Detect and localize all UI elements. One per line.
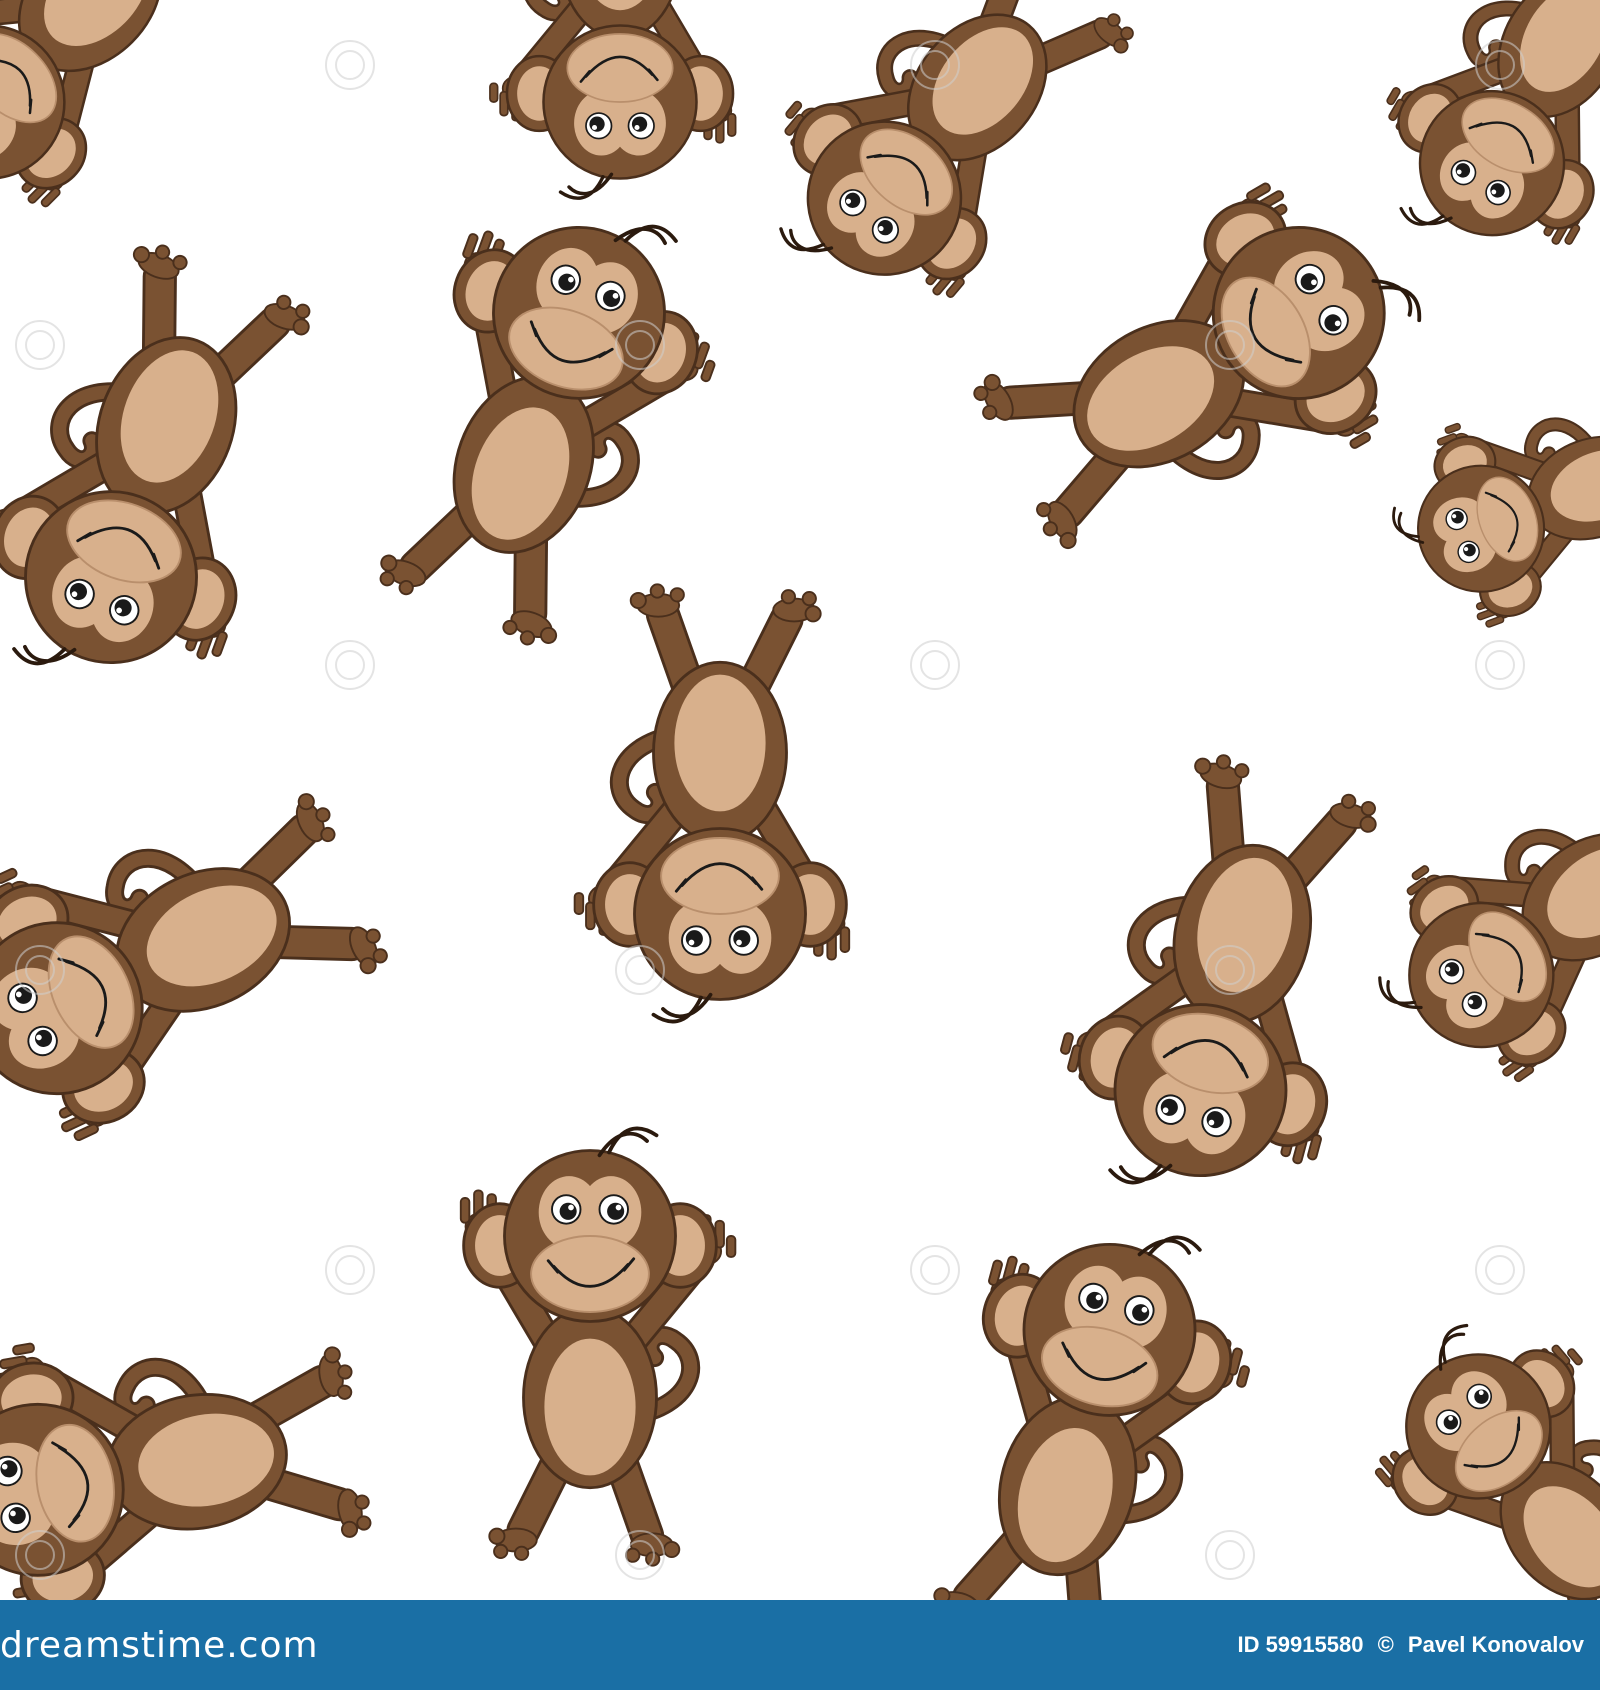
watermark-footer: dreamstime.com ID 59915580 © Pavel Konov…	[0, 1600, 1600, 1690]
monkey-figure	[1370, 345, 1600, 645]
monkey-figure	[899, 1193, 1277, 1600]
pattern-canvas	[0, 0, 1600, 1600]
author-name: Pavel Konovalov	[1407, 1632, 1584, 1657]
monkey-figure	[1337, 716, 1600, 1117]
logo-text: dreamstime.com	[0, 1624, 319, 1666]
image-id: ID 59915580	[1237, 1632, 1364, 1657]
dreamstime-logo: dreamstime.com	[0, 1625, 319, 1666]
monkey-pattern	[0, 0, 1600, 1600]
monkey-figure	[949, 147, 1465, 603]
monkey-figure	[0, 737, 410, 1171]
monkey-figure	[0, 1289, 385, 1600]
monkey-figure	[0, 218, 345, 723]
monkey-figure	[1341, 0, 1600, 296]
monkey-figure	[490, 0, 736, 198]
monkey-figure	[461, 1128, 736, 1565]
monkey-figure	[575, 584, 850, 1021]
monkey-figure	[0, 0, 278, 252]
monkey-figure	[345, 168, 753, 673]
image-credit: ID 59915580 © Pavel Konovalov	[1229, 1632, 1584, 1658]
monkey-figure	[723, 0, 1163, 346]
copyright-symbol: ©	[1377, 1632, 1394, 1657]
monkey-figure	[1337, 1278, 1600, 1600]
